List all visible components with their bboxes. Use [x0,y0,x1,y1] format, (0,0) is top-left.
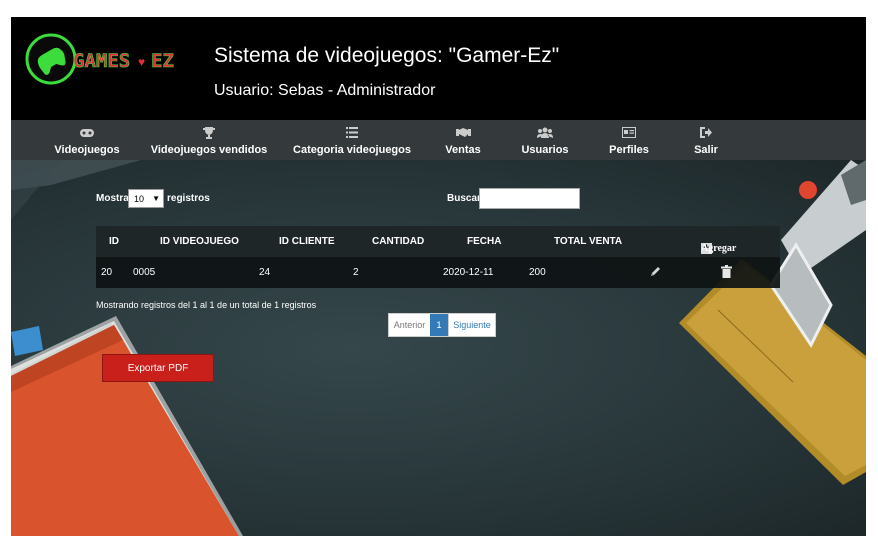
table-info: Mostrando registros del 1 al 1 de un tot… [96,300,317,310]
prev-page-button[interactable]: Anterior [389,314,430,336]
user-info: Usuario: Sebas - Administrador [214,82,436,99]
nav-label: Videojuegos vendidos [150,143,268,156]
nav-perfiles[interactable]: Perfiles [607,120,651,160]
nav-label: Salir [694,143,718,156]
content-area: Mostrar 10 ▼ registros Buscar: ID ID VID… [11,160,866,536]
cell-id: 20 [101,267,113,278]
logo: GAMES ♥ EZ [25,33,174,85]
background-photo [11,160,866,536]
records-label: registros [167,193,210,204]
nav-ventas[interactable]: Ventas [443,120,483,160]
col-total-venta[interactable]: TOTAL VENTA [554,236,622,247]
main-nav: Videojuegos Videojuegos vendidos Categor… [11,120,866,160]
header: GAMES ♥ EZ Sistema de videojuegos: "Game… [11,17,866,120]
nav-label: Ventas [445,143,481,156]
export-pdf-button[interactable]: Exportar PDF [102,354,214,382]
chevron-down-icon: ▼ [152,194,160,203]
users-icon [537,125,553,141]
col-fecha[interactable]: FECHA [467,236,501,247]
table-header: ID ID VIDEOJUEGO ID CLIENTE CANTIDAD FEC… [96,226,780,257]
svg-text:GAMES: GAMES [73,50,130,72]
nav-videojuegos-vendidos[interactable]: Videojuegos vendidos [151,120,267,160]
cell-cantidad: 2 [353,267,359,278]
nav-label: Usuarios [521,143,569,156]
nav-label: Perfiles [609,143,649,156]
page-size-select[interactable]: 10 ▼ [128,189,164,208]
handshake-icon [455,125,471,141]
page-title: Sistema de videojuegos: "Gamer-Ez" [214,44,560,67]
nav-label: Categoria videojuegos [293,143,411,156]
nav-label: Videojuegos [54,143,120,156]
col-id-cliente[interactable]: ID CLIENTE [279,236,335,247]
edit-pencil-icon[interactable] [649,265,662,278]
nav-usuarios[interactable]: Usuarios [521,120,569,160]
nav-videojuegos[interactable]: Videojuegos [54,120,120,160]
next-page-button[interactable]: Siguiente [448,314,495,336]
cell-fecha: 2020-12-11 [443,267,494,278]
sign-out-icon [700,125,712,141]
app-frame: GAMES ♥ EZ Sistema de videojuegos: "Game… [11,17,866,536]
page-1-button[interactable]: 1 [430,314,448,336]
cell-total-venta: 200 [529,267,546,278]
nav-salir[interactable]: Salir [691,120,721,160]
cell-id-cliente: 24 [259,267,271,278]
search-input[interactable] [479,188,580,209]
id-card-icon [622,125,636,141]
trophy-icon [203,125,215,141]
trash-icon[interactable] [721,265,732,278]
pagination: Anterior 1 Siguiente [388,313,496,337]
col-id[interactable]: ID [109,236,119,247]
page-size-value: 10 [134,193,145,204]
svg-text:♥: ♥ [138,55,145,69]
sales-table: ID ID VIDEOJUEGO ID CLIENTE CANTIDAD FEC… [96,226,780,288]
nav-categoria-videojuegos[interactable]: Categoria videojuegos [293,120,411,160]
col-id-videojuego[interactable]: ID VIDEOJUEGO [160,236,239,247]
svg-text:EZ: EZ [151,50,174,72]
add-label: Agregar [701,243,737,254]
list-icon [346,125,358,141]
cell-id-videojuego: 0005 [133,267,156,278]
table-row: 20 0005 24 2 2020-12-11 200 [96,257,780,288]
col-cantidad[interactable]: CANTIDAD [372,236,424,247]
gamepad-icon [79,125,95,141]
